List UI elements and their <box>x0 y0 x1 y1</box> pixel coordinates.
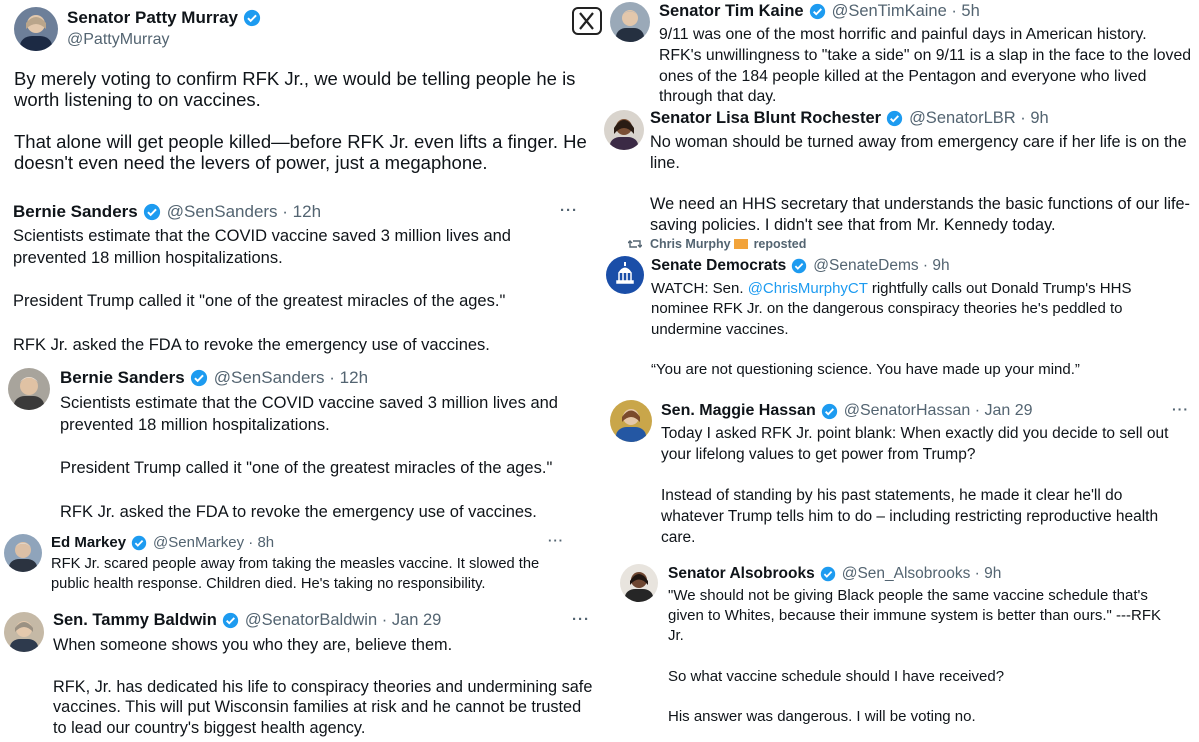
verified-badge-icon <box>821 403 837 419</box>
mention-link[interactable]: @ChrisMurphyCT <box>748 280 868 297</box>
verified-badge-icon <box>131 535 147 550</box>
author-handle[interactable]: @SenatorLBR · 9h <box>909 109 1049 128</box>
tweet-text: Scientists estimate that the COVID vacci… <box>13 227 511 354</box>
repost-flag-icon <box>733 239 748 249</box>
verified-badge-icon <box>886 110 903 127</box>
tweet-markey: Ed Markey @SenMarkey · 8h ··· RFK Jr. sc… <box>0 530 580 602</box>
tweet-text: No woman should be turned away from emer… <box>650 133 1190 235</box>
tweet-senate-dems: Chris Murphy reposted Senate Democrats @… <box>598 236 1199 384</box>
more-options-icon[interactable]: ··· <box>572 611 590 628</box>
author-handle[interactable]: @SenSanders · 12h <box>167 202 321 222</box>
author-handle[interactable]: @Sen_Alsobrooks · 9h <box>842 565 1002 583</box>
tweet-text: When someone shows you who they are, bel… <box>53 636 593 738</box>
author-name[interactable]: Ed Markey <box>51 534 126 551</box>
tweet-text: 9/11 was one of the most horrific and pa… <box>659 26 1192 106</box>
author-name[interactable]: Senate Democrats <box>651 257 786 275</box>
tweet-rochester: Senator Lisa Blunt Rochester @SenatorLBR… <box>600 106 1199 236</box>
author-name[interactable]: Senator Tim Kaine <box>659 2 804 21</box>
avatar-sanders[interactable] <box>8 368 50 410</box>
tweet-text: "We should not be giving Black people th… <box>668 587 1162 726</box>
author-name[interactable]: Bernie Sanders <box>13 202 138 222</box>
more-options-icon[interactable]: ··· <box>548 533 564 548</box>
tweet-alsobrooks: Senator Alsobrooks @Sen_Alsobrooks · 9h … <box>612 558 1199 742</box>
more-options-icon[interactable]: ··· <box>1172 401 1189 417</box>
author-handle[interactable]: @SenatorHassan · Jan 29 <box>844 402 1033 420</box>
avatar-kaine[interactable] <box>610 2 650 42</box>
repost-icon <box>628 240 642 248</box>
tweet-text-pre: WATCH: Sen. <box>651 280 748 297</box>
author-name[interactable]: Senator Alsobrooks <box>668 565 815 583</box>
tweet-text: Today I asked RFK Jr. point blank: When … <box>661 425 1169 546</box>
avatar-hassan[interactable] <box>610 400 652 442</box>
tweet-sanders-2: Bernie Sanders @SenSanders · 12h Scienti… <box>0 362 598 528</box>
verified-badge-icon <box>820 566 835 582</box>
author-handle[interactable]: @SenatorBaldwin · Jan 29 <box>245 611 442 630</box>
verified-badge-icon <box>792 258 807 274</box>
avatar-murray[interactable] <box>14 7 58 51</box>
author-handle[interactable]: @SenSanders · 12h <box>214 368 368 388</box>
author-name[interactable]: Bernie Sanders <box>60 368 185 388</box>
avatar-markey[interactable] <box>4 534 42 572</box>
author-name[interactable]: Senator Patty Murray <box>67 8 238 28</box>
tweet-baldwin: Sen. Tammy Baldwin @SenatorBaldwin · Jan… <box>0 603 600 742</box>
avatar-alsobrooks[interactable] <box>620 564 658 602</box>
tweet-text: RFK Jr. scared people away from taking t… <box>51 556 540 592</box>
verified-badge-icon <box>243 9 261 27</box>
tweet-murray: Senator Patty Murray @PattyMurray By mer… <box>0 0 600 200</box>
verified-badge-icon <box>143 203 160 221</box>
verified-badge-icon <box>222 612 238 629</box>
avatar-senate-dems[interactable] <box>606 256 644 294</box>
repost-label: reposted <box>753 237 807 251</box>
x-logo-icon <box>572 7 602 35</box>
author-name[interactable]: Senator Lisa Blunt Rochester <box>650 109 881 128</box>
avatar-baldwin[interactable] <box>4 612 44 652</box>
author-handle[interactable]: @PattyMurray <box>67 31 169 49</box>
avatar-rochester[interactable] <box>604 110 644 150</box>
author-name[interactable]: Sen. Maggie Hassan <box>661 402 816 420</box>
author-handle[interactable]: @SenMarkey · 8h <box>153 534 274 551</box>
tweet-text: WATCH: Sen. @ChrisMurphyCT rightfully ca… <box>651 279 1131 380</box>
tweet-kaine: Senator Tim Kaine @SenTimKaine · 5h 9/11… <box>606 0 1199 106</box>
tweet-hassan: Sen. Maggie Hassan @SenatorHassan · Jan … <box>606 396 1199 552</box>
author-handle[interactable]: @SenateDems · 9h <box>813 257 949 275</box>
author-handle[interactable]: @SenTimKaine · 5h <box>832 2 980 21</box>
repost-author[interactable]: Chris Murphy <box>650 237 731 251</box>
more-options-icon[interactable]: ··· <box>560 202 578 219</box>
verified-badge-icon <box>190 369 207 387</box>
tweet-text: Scientists estimate that the COVID vacci… <box>60 394 558 521</box>
author-name[interactable]: Sen. Tammy Baldwin <box>53 611 217 630</box>
tweet-sanders-1: Bernie Sanders @SenSanders · 12h ··· Sci… <box>0 198 598 360</box>
verified-badge-icon <box>809 3 825 20</box>
tweet-text: By merely voting to confirm RFK Jr., we … <box>14 68 587 173</box>
